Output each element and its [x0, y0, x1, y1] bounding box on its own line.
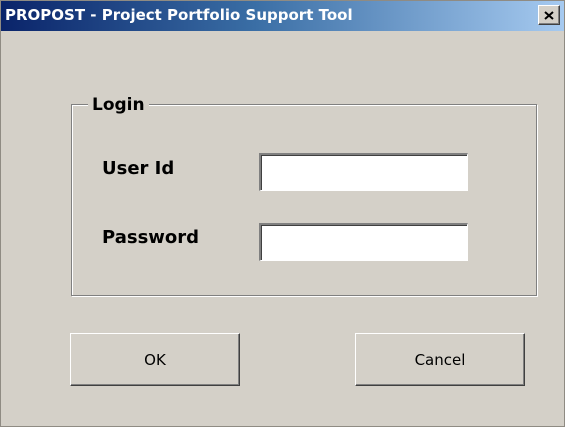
user-id-field[interactable] [259, 153, 468, 191]
password-field[interactable] [259, 223, 468, 261]
login-group-label: Login [88, 95, 149, 115]
window-title: PROPOST - Project Portfolio Support Tool [5, 6, 353, 24]
title-bar[interactable]: PROPOST - Project Portfolio Support Tool [1, 1, 564, 31]
cancel-button[interactable]: Cancel [355, 333, 525, 386]
ok-button[interactable]: OK [70, 333, 240, 386]
close-button[interactable] [538, 5, 560, 25]
user-id-label: User Id [102, 158, 175, 179]
login-dialog: PROPOST - Project Portfolio Support Tool… [0, 0, 565, 427]
close-icon [544, 10, 554, 20]
login-groupbox [71, 104, 537, 296]
password-label: Password [102, 227, 200, 248]
